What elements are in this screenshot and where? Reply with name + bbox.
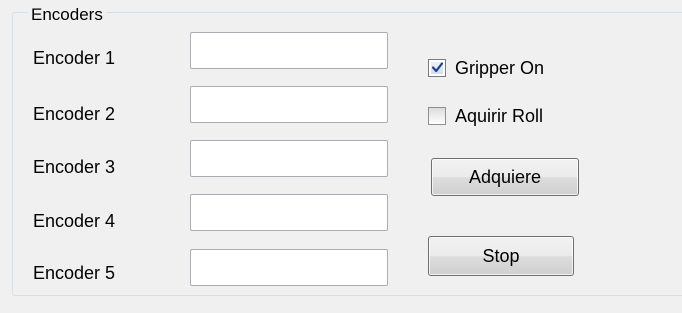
encoders-group-title: Encoders bbox=[28, 6, 106, 24]
encoder-3-field[interactable] bbox=[190, 140, 388, 177]
encoder-2-field[interactable] bbox=[190, 86, 388, 123]
gripper-on-label: Gripper On bbox=[455, 58, 545, 78]
adquiere-button[interactable]: Adquiere bbox=[431, 158, 579, 196]
stop-button[interactable]: Stop bbox=[428, 236, 574, 276]
encoder-4-field[interactable] bbox=[190, 194, 388, 231]
encoders-panel: Encoders Encoder 1 Encoder 2 Encoder 3 E… bbox=[0, 0, 682, 313]
gripper-on-option[interactable]: Gripper On bbox=[428, 57, 544, 79]
gripper-on-checkbox[interactable] bbox=[428, 59, 446, 77]
aquirir-roll-option[interactable]: Aquirir Roll bbox=[428, 105, 543, 127]
encoder-1-label: Encoder 1 bbox=[33, 48, 116, 68]
encoder-5-label: Encoder 5 bbox=[33, 263, 116, 283]
encoder-2-label: Encoder 2 bbox=[33, 104, 116, 124]
checkmark-icon bbox=[431, 62, 444, 73]
encoder-5-field[interactable] bbox=[190, 249, 388, 286]
encoder-3-label: Encoder 3 bbox=[33, 157, 116, 177]
aquirir-roll-checkbox[interactable] bbox=[428, 107, 446, 125]
encoder-4-label: Encoder 4 bbox=[33, 211, 116, 231]
aquirir-roll-label: Aquirir Roll bbox=[455, 106, 544, 126]
encoder-1-field[interactable] bbox=[190, 32, 388, 69]
